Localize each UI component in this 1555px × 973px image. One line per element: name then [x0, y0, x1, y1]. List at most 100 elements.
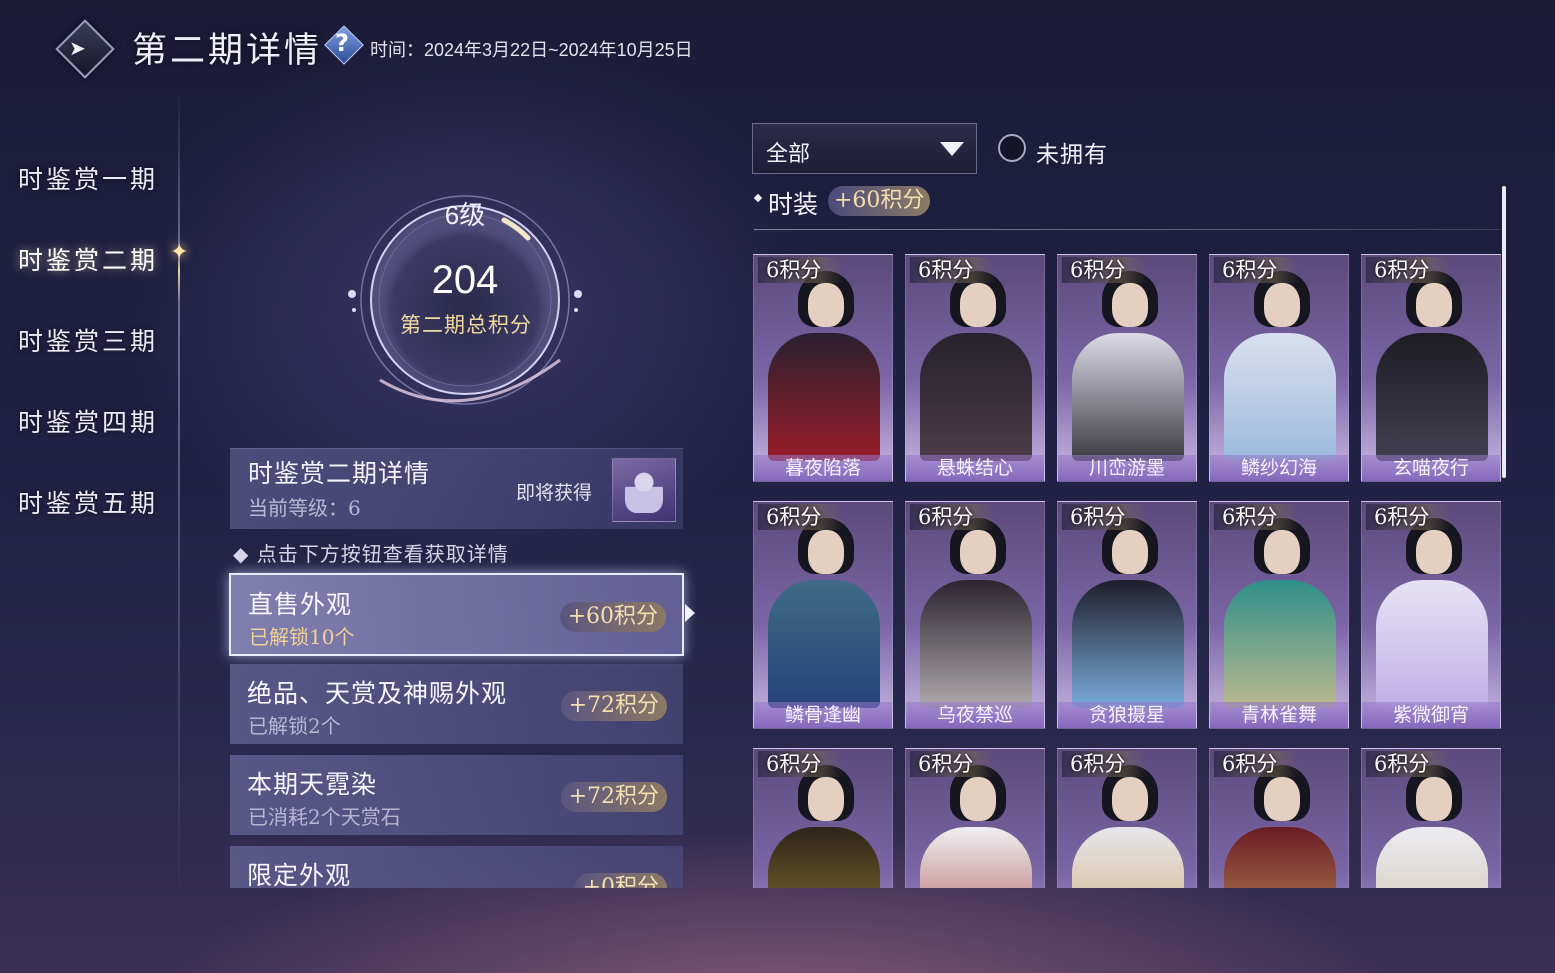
character-head — [1264, 530, 1300, 574]
help-button[interactable]: ? — [324, 25, 364, 65]
category-points: +72积分 — [560, 782, 667, 812]
outfit-portrait — [1376, 333, 1488, 461]
character-head — [1416, 777, 1452, 821]
category-status: 已解锁2个 — [248, 714, 341, 738]
hint-text: ◆ 点击下方按钮查看获取详情 — [233, 542, 509, 566]
section-title: 时装 — [768, 190, 819, 219]
outfit-points-badge: 6积分 — [1062, 751, 1148, 777]
character-head — [1264, 777, 1300, 821]
section-points: +60积分 — [828, 186, 931, 216]
outfit-card[interactable]: 6积分贪狼摄星 — [1057, 501, 1197, 729]
active-star-icon: ✦ — [170, 240, 189, 265]
not-owned-label[interactable]: 未拥有 — [1036, 135, 1108, 169]
section-divider — [754, 229, 1500, 230]
character-head — [808, 530, 844, 574]
character-head — [960, 777, 996, 821]
outfit-name: 紫微御宵 — [1362, 702, 1500, 728]
outfit-portrait — [1072, 827, 1184, 888]
sidebar-item-period-1[interactable]: 时鉴赏一期 — [18, 160, 158, 196]
category-title: 本期天霓染 — [247, 770, 378, 799]
score-level: 6级 — [444, 200, 486, 230]
category-title: 直售外观 — [248, 590, 353, 619]
outfit-card[interactable]: 6积分 — [1209, 748, 1349, 888]
outfit-points-badge: 6积分 — [1366, 257, 1452, 283]
outfit-portrait — [1376, 827, 1488, 888]
outfit-portrait — [768, 827, 880, 888]
outfit-points-badge: 6积分 — [758, 257, 844, 283]
sidebar-item-period-5[interactable]: 时鉴赏五期 — [18, 484, 158, 520]
outfit-name: 鳞骨逢幽 — [754, 702, 892, 728]
outfit-grid: 6积分 暮夜陷落 6积分 悬蛛结心 6积分 川峦游墨 6积分 鳞纱幻海 6积分 玄喵夜行 6积分 鳞骨… — [753, 254, 1503, 888]
category-premium-outfits[interactable]: 绝品、天赏及神赐外观 已解锁2个 +72积分 — [230, 664, 683, 744]
character-head — [1112, 777, 1148, 821]
outfit-name: 乌夜禁巡 — [906, 702, 1044, 728]
outfit-points-badge: 6积分 — [910, 504, 996, 530]
outfit-points-badge: 6积分 — [1062, 504, 1148, 530]
question-icon: ? — [335, 29, 349, 57]
outfit-portrait — [1224, 580, 1336, 708]
outfit-name: 贪狼摄星 — [1058, 702, 1196, 728]
character-head — [960, 530, 996, 574]
detail-current-level: 当前等级：6 — [248, 496, 361, 520]
outfit-portrait — [920, 827, 1032, 888]
outfit-card[interactable]: 6积分暮夜陷落 — [753, 254, 893, 482]
outfit-portrait — [1224, 827, 1336, 888]
outfit-card[interactable]: 6积分乌夜禁巡 — [905, 501, 1045, 729]
outfit-points-badge: 6积分 — [1366, 504, 1452, 530]
outfit-card[interactable]: 6积分紫微御宵 — [1361, 501, 1501, 729]
outfit-points-badge: 6积分 — [758, 504, 844, 530]
sidebar-item-period-3[interactable]: 时鉴赏三期 — [18, 322, 158, 358]
category-status: 已解锁10个 — [249, 625, 355, 649]
hint-label: 点击下方按钮查看获取详情 — [256, 542, 509, 566]
coming-reward-label: 即将获得 — [516, 482, 593, 504]
character-head — [960, 283, 996, 327]
not-owned-radio[interactable] — [998, 134, 1026, 162]
outfit-card[interactable]: 6积分青林雀舞 — [1209, 501, 1349, 729]
back-arrow-icon: ➤ — [69, 36, 86, 60]
sidebar-item-period-4[interactable]: 时鉴赏四期 — [18, 403, 158, 439]
category-limited-outfits[interactable]: 限定外观 +0积分 — [230, 846, 683, 888]
outfit-portrait — [1072, 580, 1184, 708]
category-points: +0积分 — [574, 873, 667, 888]
chevron-down-icon — [940, 142, 964, 156]
outfit-points-badge: 6积分 — [910, 751, 996, 777]
outfit-card[interactable]: 6积分玄喵夜行 — [1361, 254, 1501, 482]
outfit-points-badge: 6积分 — [1062, 257, 1148, 283]
outfit-portrait — [768, 333, 880, 461]
outfit-name: 悬蛛结心 — [906, 455, 1044, 481]
outfit-card[interactable]: 6积分 悬蛛结心 — [905, 254, 1045, 482]
sidebar-item-period-2[interactable]: 时鉴赏二期 — [18, 241, 158, 277]
outfit-name: 玄喵夜行 — [1362, 455, 1500, 481]
outfit-card[interactable]: 6积分 — [753, 748, 893, 888]
outfit-name: 暮夜陷落 — [754, 455, 892, 481]
outfit-card[interactable]: 6积分 — [1057, 748, 1197, 888]
outfit-portrait — [920, 580, 1032, 708]
category-points: +72积分 — [560, 691, 667, 721]
outfit-portrait — [1224, 333, 1336, 461]
outfit-portrait — [920, 333, 1032, 461]
period-time: 时间：2024年3月22日~2024年10月25日 — [370, 40, 693, 60]
outfit-card[interactable]: 6积分鳞骨逢幽 — [753, 501, 893, 729]
outfit-points-badge: 6积分 — [1214, 504, 1300, 530]
character-head — [1264, 283, 1300, 327]
category-status: 已消耗2个天赏石 — [248, 805, 401, 829]
outfit-portrait — [768, 580, 880, 708]
outfit-card[interactable]: 6积分 鳞纱幻海 — [1209, 254, 1349, 482]
category-dye[interactable]: 本期天霓染 已消耗2个天赏石 +72积分 — [230, 755, 683, 835]
section-bullet — [753, 193, 763, 203]
outfit-card[interactable]: 6积分川峦游墨 — [1057, 254, 1197, 482]
back-button[interactable]: ➤ — [55, 19, 115, 79]
score-caption: 第二期总积分 — [400, 313, 532, 337]
category-direct-sale[interactable]: 直售外观 已解锁10个 +60积分 — [229, 573, 684, 656]
character-head — [1416, 283, 1452, 327]
score-total: 204 — [431, 258, 499, 302]
outfit-name: 川峦游墨 — [1058, 455, 1196, 481]
filter-value: 全部 — [766, 142, 811, 167]
outfit-card[interactable]: 6积分 — [1361, 748, 1501, 888]
character-head — [1112, 530, 1148, 574]
coming-reward-thumbnail[interactable] — [612, 458, 676, 522]
outfit-points-badge: 6积分 — [1366, 751, 1452, 777]
character-head — [808, 283, 844, 327]
outfit-card[interactable]: 6积分 — [905, 748, 1045, 888]
outfit-name: 青林雀舞 — [1210, 702, 1348, 728]
